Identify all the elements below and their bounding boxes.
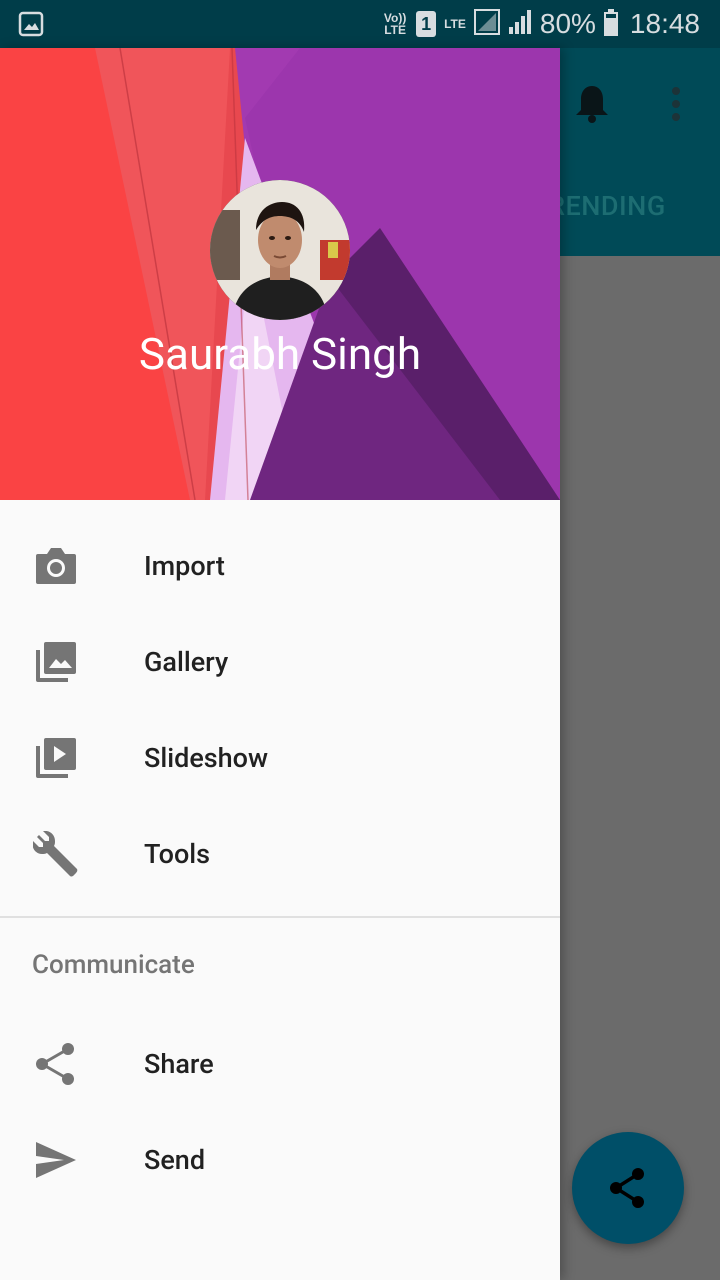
lte-indicator: LTE [444, 17, 466, 31]
signal-icon-2 [508, 9, 532, 40]
bell-icon[interactable] [574, 84, 610, 124]
avatar[interactable] [210, 180, 350, 320]
menu-item-import[interactable]: Import [0, 518, 560, 614]
divider [0, 916, 560, 918]
wrench-icon [32, 830, 80, 878]
section-title-communicate: Communicate [32, 950, 195, 980]
share-fab[interactable] [572, 1132, 684, 1244]
drawer-header: Saurabh Singh [0, 48, 560, 500]
image-notification-icon [18, 11, 44, 37]
menu-label-gallery: Gallery [144, 646, 229, 678]
sim-indicator: 1 [416, 11, 437, 37]
menu-label-send: Send [144, 1144, 206, 1176]
profile-photo [210, 180, 350, 320]
share-icon [32, 1040, 80, 1088]
menu-item-slideshow[interactable]: Slideshow [0, 710, 560, 806]
menu-label-share: Share [144, 1048, 214, 1080]
menu-label-tools: Tools [144, 838, 211, 870]
volte-indicator: Vo)) LTE [383, 11, 407, 37]
share-icon [610, 1168, 644, 1208]
more-vert-icon[interactable] [668, 86, 684, 122]
tab-trending[interactable]: RENDING [548, 190, 666, 222]
navigation-drawer: Saurabh Singh Import Gallery Slideshow T… [0, 48, 560, 1280]
signal-icon-1 [473, 8, 500, 40]
menu-item-tools[interactable]: Tools [0, 806, 560, 902]
menu-item-send[interactable]: Send [0, 1112, 560, 1208]
menu-label-slideshow: Slideshow [144, 742, 269, 774]
slideshow-icon [32, 734, 80, 782]
clock: 18:48 [629, 8, 700, 39]
menu-item-share[interactable]: Share [0, 1016, 560, 1112]
menu-item-gallery[interactable]: Gallery [0, 614, 560, 710]
battery-percentage: 80% [539, 8, 596, 39]
send-icon [32, 1136, 80, 1184]
user-name: Saurabh Singh [138, 328, 422, 380]
battery-icon [603, 9, 618, 36]
status-bar: Vo)) LTE 1 LTE 80% 18:48 [0, 0, 720, 48]
menu-label-import: Import [144, 550, 225, 582]
gallery-icon [32, 638, 80, 686]
camera-icon [32, 542, 80, 590]
